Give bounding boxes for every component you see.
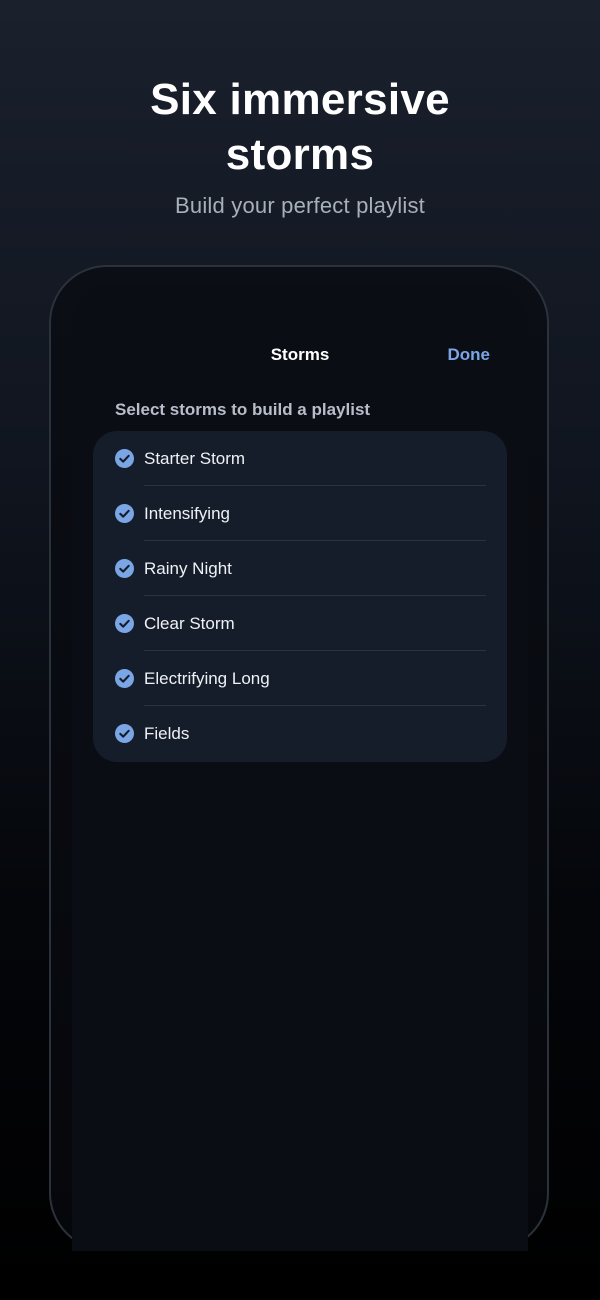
storm-label: Intensifying [144,504,230,523]
storm-list: Starter Storm Intensifying Rainy Night C… [93,431,507,762]
app-screen [72,283,528,1251]
storm-row-electrifying-long[interactable]: Electrifying Long [93,651,507,706]
checkmark-circle-icon[interactable] [115,614,134,633]
promo-subheadline: Build your perfect playlist [175,193,425,218]
storm-row-fields[interactable]: Fields [93,706,507,761]
checkmark-circle-icon[interactable] [115,724,134,743]
checkmark-circle-icon[interactable] [115,449,134,468]
storm-label: Clear Storm [144,614,235,633]
storm-row-rainy-night[interactable]: Rainy Night [93,541,507,596]
storm-row-intensifying[interactable]: Intensifying [93,486,507,541]
checkmark-circle-icon[interactable] [115,504,134,523]
storm-label: Starter Storm [144,449,246,468]
checkmark-circle-icon[interactable] [115,669,134,688]
storm-row-starter-storm[interactable]: Starter Storm [93,431,507,486]
done-button[interactable]: Done [448,345,491,365]
promo-headline-line-2: storms [225,130,375,179]
storm-label: Rainy Night [144,559,232,578]
promo-headline-line-1: Six immersive [150,75,450,124]
section-header: Select storms to build a playlist [115,400,371,419]
storm-row-clear-storm[interactable]: Clear Storm [93,596,507,651]
checkmark-circle-icon[interactable] [115,559,134,578]
storm-label: Fields [144,724,190,743]
promo-headline: Six immersive storms [0,72,600,182]
nav-title: Storms [270,345,330,364]
storm-label: Electrifying Long [144,669,270,688]
